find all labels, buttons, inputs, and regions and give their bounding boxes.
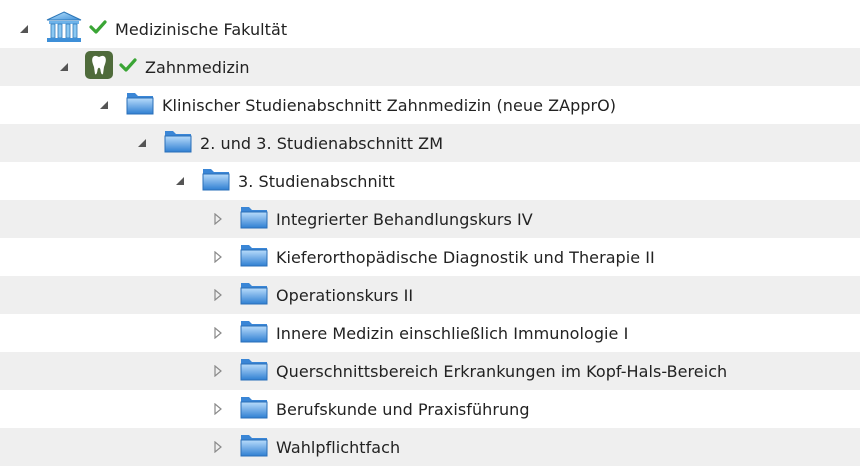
expanded-triangle-icon[interactable]: [56, 59, 72, 75]
course-tree: Medizinische Fakultät Zahnmedizin Klinis…: [0, 0, 860, 471]
tree-node-label: 2. und 3. Studienabschnitt ZM: [200, 133, 444, 153]
tree-node-label: Zahnmedizin: [145, 57, 250, 77]
collapsed-triangle-icon[interactable]: [210, 287, 226, 303]
folder-icon: [238, 203, 270, 235]
collapsed-triangle-icon[interactable]: [210, 325, 226, 341]
folder-icon: [162, 127, 194, 159]
tree-node-label: 3. Studienabschnitt: [238, 171, 395, 191]
tree-node-label: Integrierter Behandlungskurs IV: [276, 209, 533, 229]
folder-icon: [200, 165, 232, 197]
folder-icon: [238, 393, 270, 425]
collapsed-triangle-icon[interactable]: [210, 439, 226, 455]
tree-node-label: Medizinische Fakultät: [115, 19, 288, 39]
folder-icon: [238, 431, 270, 463]
expanded-triangle-icon[interactable]: [134, 135, 150, 151]
check-icon: [89, 19, 107, 39]
collapsed-triangle-icon[interactable]: [210, 211, 226, 227]
tree-node-2-und-3-studienabschnitt[interactable]: 2. und 3. Studienabschnitt ZM: [0, 124, 860, 162]
expanded-triangle-icon[interactable]: [16, 21, 32, 37]
collapsed-triangle-icon[interactable]: [210, 401, 226, 417]
tree-node-label: Berufskunde und Praxisführung: [276, 399, 530, 419]
folder-icon: [238, 241, 270, 273]
collapsed-triangle-icon[interactable]: [210, 249, 226, 265]
tree-node-label: Klinischer Studienabschnitt Zahnmedizin …: [162, 95, 617, 115]
collapsed-triangle-icon[interactable]: [210, 363, 226, 379]
tree-node-course[interactable]: Operationskurs II: [0, 276, 860, 314]
tree-node-zahnmedizin[interactable]: Zahnmedizin: [0, 48, 860, 86]
folder-icon: [238, 355, 270, 387]
tree-node-label: Wahlpflichtfach: [276, 437, 401, 457]
tree-node-label: Querschnittsbereich Erkrankungen im Kopf…: [276, 361, 728, 381]
folder-icon: [238, 279, 270, 311]
tree-node-course[interactable]: Integrierter Behandlungskurs IV: [0, 200, 860, 238]
folder-icon: [238, 317, 270, 349]
tree-node-klinischer-studienabschnitt[interactable]: Klinischer Studienabschnitt Zahnmedizin …: [0, 86, 860, 124]
university-building-icon: [44, 10, 84, 48]
tree-node-course[interactable]: Berufskunde und Praxisführung: [0, 390, 860, 428]
tree-node-label: Kieferorthopädische Diagnostik und Thera…: [276, 247, 655, 267]
expanded-triangle-icon[interactable]: [172, 173, 188, 189]
tree-node-course[interactable]: Innere Medizin einschließlich Immunologi…: [0, 314, 860, 352]
tooth-icon: [84, 50, 114, 84]
tree-node-course[interactable]: Kieferorthopädische Diagnostik und Thera…: [0, 238, 860, 276]
check-icon: [119, 57, 137, 77]
tree-node-label: Innere Medizin einschließlich Immunologi…: [276, 323, 629, 343]
tree-node-label: Operationskurs II: [276, 285, 414, 305]
tree-node-3-studienabschnitt[interactable]: 3. Studienabschnitt: [0, 162, 860, 200]
tree-node-course[interactable]: Querschnittsbereich Erkrankungen im Kopf…: [0, 352, 860, 390]
tree-node-course[interactable]: Wahlpflichtfach: [0, 428, 860, 466]
expanded-triangle-icon[interactable]: [96, 97, 112, 113]
tree-node-medizinische-fakultaet[interactable]: Medizinische Fakultät: [0, 10, 860, 48]
folder-icon: [124, 89, 156, 121]
